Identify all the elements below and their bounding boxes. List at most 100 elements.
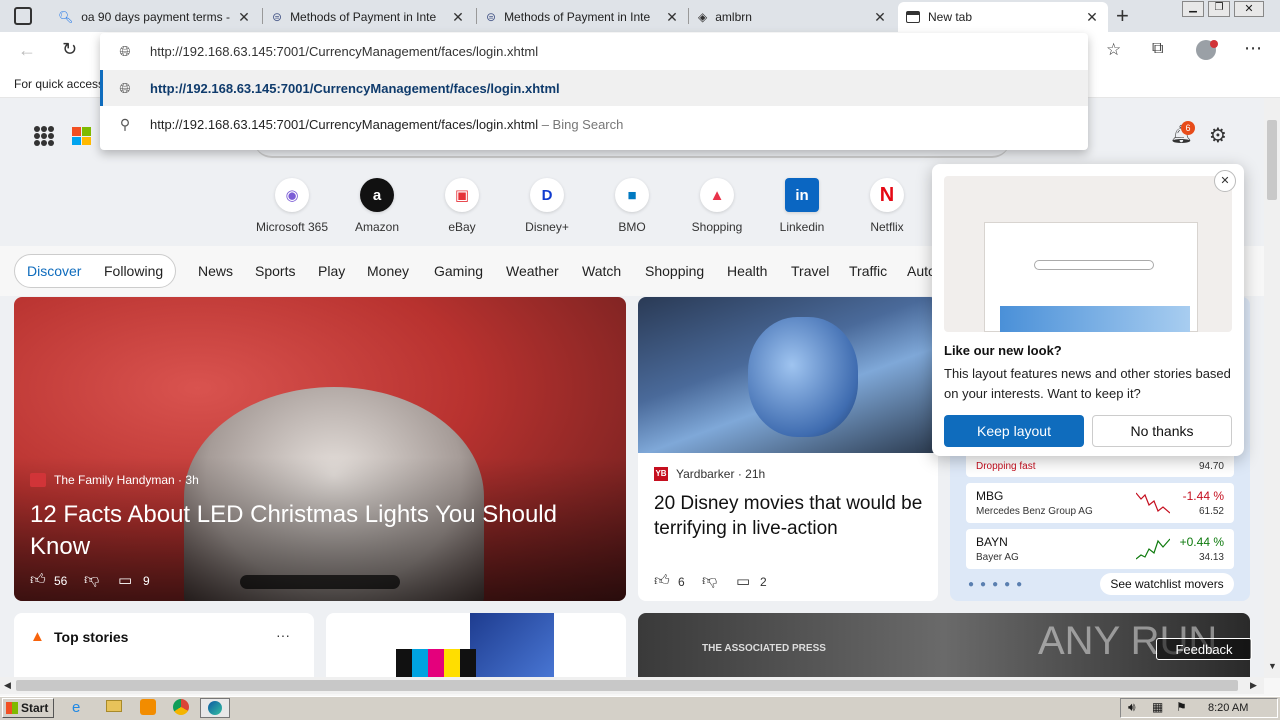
tab-3[interactable]: ⊜ Methods of Payment in Inte ✕ bbox=[478, 2, 688, 32]
edge-taskbar-button[interactable] bbox=[200, 698, 230, 718]
close-icon[interactable]: ✕ bbox=[1084, 9, 1100, 26]
stock-change: +0.44 % bbox=[1179, 535, 1224, 549]
network-icon[interactable]: ▦ bbox=[1152, 700, 1163, 714]
scroll-down-arrow[interactable]: ▼ bbox=[1268, 661, 1277, 671]
stock-row[interactable]: BAYN Bayer AG +0.44 % 34.13 bbox=[966, 529, 1234, 569]
back-button[interactable]: ← bbox=[18, 40, 36, 61]
nav-news[interactable]: News bbox=[198, 263, 233, 279]
notification-badge: 6 bbox=[1181, 121, 1195, 135]
apps-launcher-icon[interactable] bbox=[34, 126, 54, 146]
nav-traffic[interactable]: Traffic bbox=[849, 263, 887, 279]
no-thanks-button[interactable]: No thanks bbox=[1092, 415, 1232, 447]
nav-gaming[interactable]: Gaming bbox=[434, 263, 483, 279]
quicklink-netflix[interactable]: N Netflix bbox=[847, 178, 927, 234]
vertical-scrollbar[interactable]: ▼ bbox=[1264, 98, 1280, 678]
address-input[interactable]: 🌐︎ http://192.168.63.145:7001/CurrencyMa… bbox=[100, 33, 1088, 69]
folder-icon[interactable] bbox=[106, 700, 122, 712]
page-icon: ⊜ bbox=[486, 10, 497, 24]
scroll-right-arrow[interactable]: ▶ bbox=[1250, 680, 1257, 691]
quicklink-bmo[interactable]: ■ BMO bbox=[592, 178, 672, 234]
scroll-thumb[interactable] bbox=[1267, 120, 1277, 200]
volume-icon[interactable]: 🔊︎ bbox=[1128, 700, 1136, 715]
feedback-button[interactable]: Feedback bbox=[1156, 638, 1252, 660]
nav-health[interactable]: Health bbox=[727, 263, 767, 279]
nav-sports[interactable]: Sports bbox=[255, 263, 295, 279]
quicklink-disney[interactable]: D Disney+ bbox=[507, 178, 587, 234]
close-icon[interactable]: ✕ bbox=[664, 9, 680, 26]
top-stories-title: Top stories bbox=[54, 629, 129, 645]
nav-play[interactable]: Play bbox=[318, 263, 345, 279]
nav-money[interactable]: Money bbox=[367, 263, 409, 279]
minimize-button[interactable]: ▁ bbox=[1182, 1, 1204, 17]
like-count: 56 bbox=[54, 574, 68, 588]
favorites-star-icon[interactable]: ☆ bbox=[1106, 40, 1121, 60]
like-icon[interactable]: 👍︎ bbox=[654, 572, 670, 590]
scroll-left-arrow[interactable]: ◀ bbox=[4, 680, 11, 691]
story-card-yardbarker[interactable]: YB Yardbarker · 21h 20 Disney movies tha… bbox=[638, 297, 938, 601]
tab-1[interactable]: 🔍︎ oa 90 days payment terms - ✕ bbox=[50, 2, 260, 32]
ie-icon[interactable]: e bbox=[72, 699, 80, 716]
quicklink-linkedin[interactable]: in Linkedin bbox=[762, 178, 842, 234]
hero-story-card[interactable]: The Family Handyman · 3h 12 Facts About … bbox=[14, 297, 626, 601]
microsoft-logo bbox=[72, 127, 91, 145]
carousel-indicator[interactable] bbox=[240, 575, 400, 589]
comment-icon[interactable]: ▭ bbox=[736, 572, 750, 590]
stock-symbol: BAYN bbox=[976, 535, 1008, 549]
tab-2[interactable]: ⊜ Methods of Payment in Inte ✕ bbox=[264, 2, 474, 32]
close-icon[interactable]: ✕ bbox=[450, 9, 466, 26]
tab-4[interactable]: ◈ amlbrn ✕ bbox=[690, 2, 896, 32]
security-icon[interactable]: ⚑ bbox=[1176, 700, 1187, 714]
nav-travel[interactable]: Travel bbox=[791, 263, 829, 279]
tab-following[interactable]: Following bbox=[104, 263, 163, 279]
tab-actions-icon[interactable] bbox=[14, 7, 32, 25]
close-icon[interactable]: ✕ bbox=[236, 9, 252, 26]
globe-icon: 🌐︎ bbox=[119, 79, 131, 96]
quicklink-ebay[interactable]: ▣ eBay bbox=[422, 178, 502, 234]
see-watchlist-movers-button[interactable]: See watchlist movers bbox=[1100, 573, 1234, 595]
disney-icon: D bbox=[530, 178, 564, 212]
page-icon: ◈ bbox=[698, 10, 708, 24]
dislike-icon[interactable]: 👎︎ bbox=[702, 572, 717, 590]
comment-icon[interactable]: ▭ bbox=[118, 571, 132, 589]
story-source: Yardbarker · 21h bbox=[676, 467, 766, 481]
avatar-status-dot bbox=[1210, 40, 1218, 48]
like-count: 6 bbox=[678, 575, 685, 589]
tab-discover[interactable]: Discover bbox=[27, 263, 81, 279]
scroll-thumb[interactable] bbox=[16, 680, 1238, 691]
page-icon: ⊜ bbox=[272, 10, 283, 24]
tab-new-tab[interactable]: New tab ✕ bbox=[898, 2, 1108, 32]
bmo-icon: ■ bbox=[615, 178, 649, 212]
quicklink-label: Microsoft 365 bbox=[255, 220, 329, 234]
media-player-icon[interactable] bbox=[140, 699, 156, 715]
menu-icon[interactable]: ⋯ bbox=[1244, 38, 1262, 59]
chrome-icon[interactable] bbox=[173, 699, 189, 715]
nav-watch[interactable]: Watch bbox=[582, 263, 621, 279]
settings-gear-icon[interactable]: ⚙ bbox=[1209, 123, 1227, 148]
suggestion-url[interactable]: 🌐︎ http://192.168.63.145:7001/CurrencyMa… bbox=[100, 70, 1088, 106]
watchlist-pager-dots[interactable]: ●●●●● bbox=[968, 579, 1028, 590]
nav-shopping[interactable]: Shopping bbox=[645, 263, 704, 279]
quicklink-amazon[interactable]: a Amazon bbox=[337, 178, 417, 234]
collections-icon[interactable]: ⧉ bbox=[1152, 40, 1163, 58]
quicklink-microsoft-365[interactable]: ◉ Microsoft 365 bbox=[252, 178, 332, 234]
stock-row[interactable]: MBG Mercedes Benz Group AG -1.44 % 61.52 bbox=[966, 483, 1234, 523]
new-tab-button[interactable]: + bbox=[1116, 3, 1129, 29]
like-icon[interactable]: 👍︎ bbox=[30, 571, 46, 589]
suggestion-search[interactable]: ⚲ http://192.168.63.145:7001/CurrencyMan… bbox=[100, 106, 1088, 142]
refresh-button[interactable]: ↻ bbox=[62, 39, 77, 60]
story-headline[interactable]: 20 Disney movies that would be terrifyin… bbox=[654, 491, 930, 541]
taskbar: Start e 🔊︎ ▦ ⚑ 8:20 AM bbox=[0, 696, 1280, 720]
hero-headline[interactable]: 12 Facts About LED Christmas Lights You … bbox=[30, 499, 590, 563]
start-button[interactable]: Start bbox=[2, 698, 54, 718]
close-icon[interactable]: ✕ bbox=[872, 9, 888, 26]
maximize-button[interactable]: ❐ bbox=[1208, 1, 1230, 17]
keep-layout-button[interactable]: Keep layout bbox=[944, 415, 1084, 447]
horizontal-scrollbar[interactable]: ◀ ▶ bbox=[0, 677, 1264, 694]
nav-weather[interactable]: Weather bbox=[506, 263, 559, 279]
quicklink-shopping[interactable]: ▲ Shopping bbox=[677, 178, 757, 234]
close-icon[interactable]: ✕ bbox=[1214, 170, 1236, 192]
more-options-icon[interactable]: ··· bbox=[276, 627, 290, 643]
nav-auto[interactable]: Auto bbox=[907, 263, 935, 279]
dislike-icon[interactable]: 👎︎ bbox=[84, 571, 99, 589]
close-window-button[interactable]: ✕ bbox=[1234, 1, 1264, 17]
